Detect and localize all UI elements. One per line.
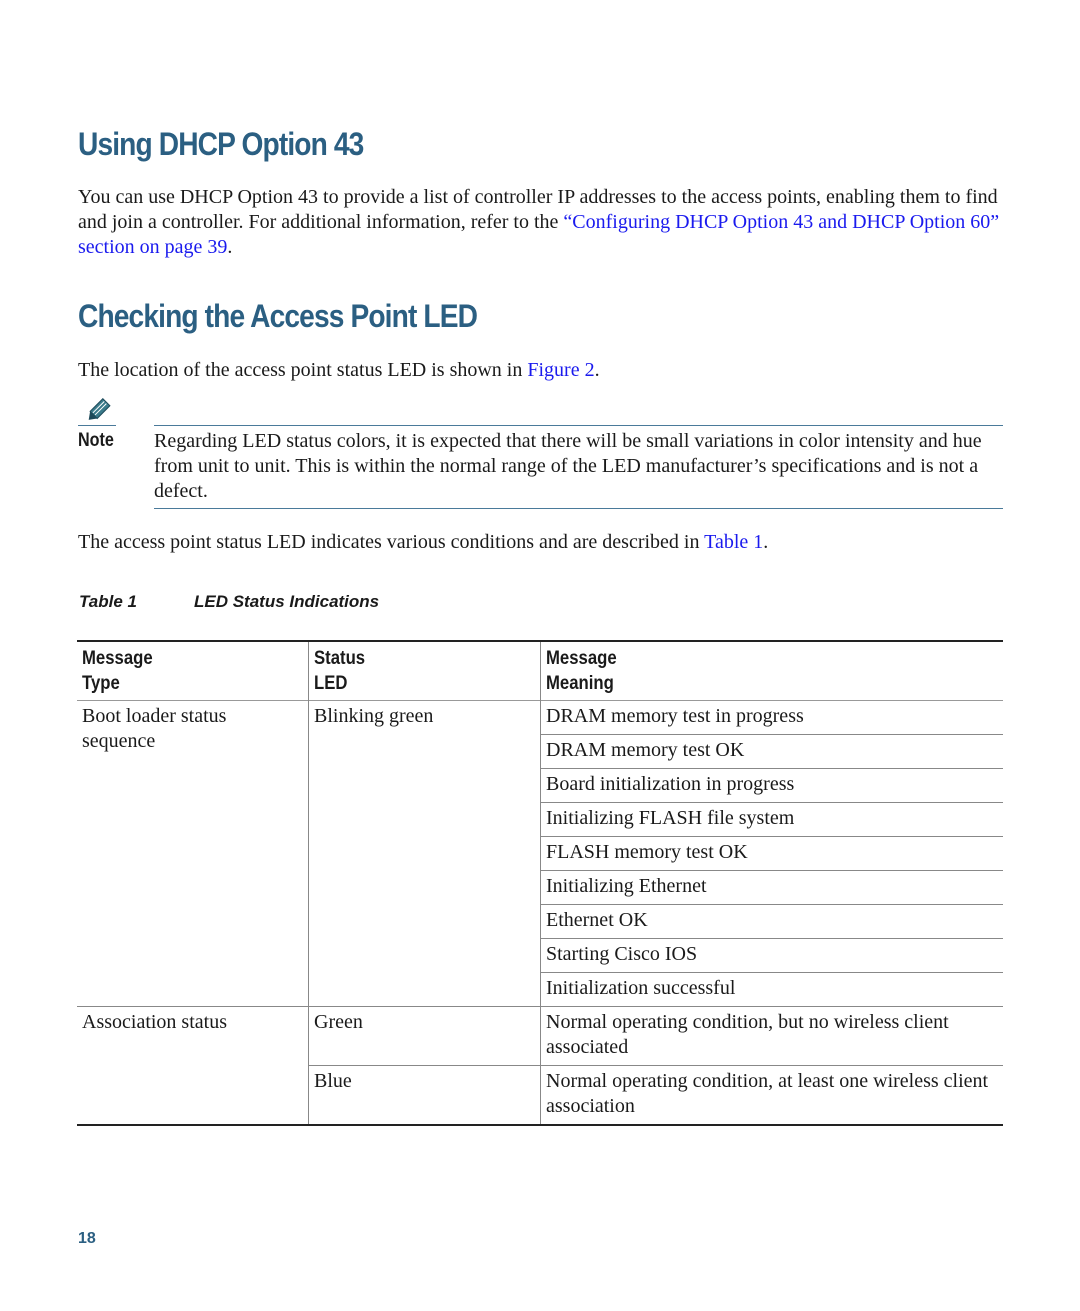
header-message-type: Message Type xyxy=(77,641,309,701)
led-location-paragraph: The location of the access point status … xyxy=(78,358,1003,383)
led-location-end: . xyxy=(594,359,600,381)
note-label: Note xyxy=(78,430,114,451)
table-intro-text: The access point status LED indicates va… xyxy=(78,531,705,553)
led-status-table: Message Type Status LED Message Meaning Boo… xyxy=(77,640,1003,1126)
header-status-led-line2: LED xyxy=(314,673,348,694)
note-text: Regarding LED status colors, it is expec… xyxy=(154,430,982,502)
note-bottom-rule xyxy=(154,508,1003,509)
cell-message-meaning: DRAM memory test in progress xyxy=(540,700,1003,735)
table-header-row: Message Type Status LED Message Meaning xyxy=(77,641,1003,701)
section-heading-dhcp-option-43: Using DHCP Option 43 xyxy=(78,126,364,162)
header-status-led-line1: Status xyxy=(314,648,366,669)
header-message-meaning-line2: Meaning xyxy=(546,673,614,694)
cell-message-meaning: Ethernet OK xyxy=(540,904,1003,939)
led-location-text: The location of the access point status … xyxy=(78,359,528,381)
note-top-rule xyxy=(154,425,1003,426)
header-message-type-line2: Type xyxy=(82,673,120,694)
dhcp-paragraph: You can use DHCP Option 43 to provide a … xyxy=(78,185,1003,260)
table-row: Boot loader status sequence Blinking gre… xyxy=(77,700,1003,1007)
header-message-meaning: Message Meaning xyxy=(540,641,1003,701)
section-heading-access-point-led: Checking the Access Point LED xyxy=(78,298,478,334)
cell-status-led: Green xyxy=(308,1006,541,1066)
cell-message-meaning: DRAM memory test OK xyxy=(540,734,1003,769)
table-intro-end: . xyxy=(763,531,769,553)
page-number: 18 xyxy=(78,1230,96,1247)
cell-message-meaning: Board initialization in progress xyxy=(540,768,1003,803)
table-intro-paragraph: The access point status LED indicates va… xyxy=(78,530,1003,555)
table-caption-number: Table 1 xyxy=(79,592,137,611)
cell-message-meaning: Initialization successful xyxy=(540,972,1003,1007)
cell-message-type: Association status xyxy=(77,1006,309,1125)
table-1-link[interactable]: Table 1 xyxy=(704,531,763,553)
header-message-type-line1: Message xyxy=(82,648,153,669)
dhcp-paragraph-end: . xyxy=(227,236,233,258)
table-caption-title: LED Status Indications xyxy=(194,592,380,611)
cell-message-meaning: Starting Cisco IOS xyxy=(540,938,1003,973)
cell-status-led: Blinking green xyxy=(308,700,541,1007)
pencil-note-icon xyxy=(88,398,111,420)
note-icon-rule xyxy=(78,425,116,426)
table-row: Association status Green Normal operatin… xyxy=(77,1006,1003,1125)
cell-message-meaning: Initializing Ethernet xyxy=(540,870,1003,905)
cell-message-meaning: Normal operating condition, at least one… xyxy=(540,1065,1003,1125)
cell-message-meaning: Initializing FLASH file system xyxy=(540,802,1003,837)
header-status-led: Status LED xyxy=(308,641,541,701)
header-message-meaning-line1: Message xyxy=(546,648,617,669)
figure-2-link[interactable]: Figure 2 xyxy=(527,359,594,381)
cell-status-led: Blue xyxy=(308,1065,541,1125)
cell-message-meaning: FLASH memory test OK xyxy=(540,836,1003,871)
cell-message-type: Boot loader status sequence xyxy=(82,705,227,752)
cell-message-meaning: Normal operating condition, but no wirel… xyxy=(540,1006,1003,1066)
